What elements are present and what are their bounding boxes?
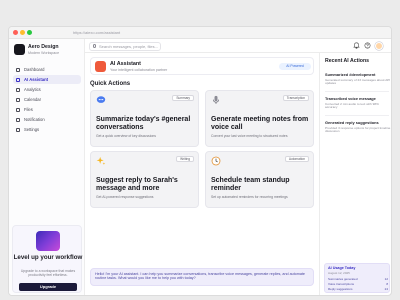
- sparkle-icon: [96, 156, 106, 165]
- close-window-dot[interactable]: [13, 30, 18, 35]
- search-icon: [92, 44, 96, 48]
- card-tag: Summary: [172, 95, 194, 101]
- search-input[interactable]: Search messages, people, files...: [89, 41, 161, 51]
- maximize-window-dot[interactable]: [27, 30, 32, 35]
- promo-text: Upgrade to a workspace that makes produc…: [20, 269, 76, 278]
- search-placeholder: Search messages, people, files...: [99, 43, 158, 49]
- divider: [325, 91, 389, 92]
- divider: [325, 115, 389, 116]
- sidebar-item-calendar[interactable]: Calendar: [13, 95, 81, 104]
- card-title: Summarize today's #general conversations: [96, 116, 191, 131]
- grid-icon: [16, 67, 20, 72]
- ai-powered-badge: AI Powered: [279, 63, 311, 70]
- usage-title: AI Usage Today: [328, 266, 356, 270]
- usage-row: Summaries generated 12: [328, 277, 388, 281]
- quick-action-card-writing[interactable]: Writing Suggest reply to Sarah's message…: [90, 151, 199, 208]
- promo-illustration: [36, 231, 60, 251]
- recent-actions-title: Recent AI Actions: [325, 58, 370, 64]
- assistant-logo-icon: [95, 61, 106, 72]
- quick-actions-title: Quick Actions: [90, 81, 131, 87]
- usage-date: August 12, 2025: [328, 271, 350, 275]
- sidebar: Aero Design Modern Workspace Dashboard A…: [9, 39, 85, 295]
- assistant-header: AI Assistant Your intelligent collaborat…: [90, 57, 314, 75]
- sidebar-item-settings[interactable]: Settings: [13, 125, 81, 134]
- chart-icon: [16, 87, 20, 92]
- quick-action-card-transcription[interactable]: Transcription Generate meeting notes fro…: [205, 90, 314, 147]
- clock-icon: [211, 156, 221, 166]
- bell-icon[interactable]: [353, 42, 360, 49]
- calendar-icon: [16, 97, 20, 102]
- sidebar-item-ai-assistant[interactable]: AI Assistant: [13, 75, 81, 84]
- help-icon[interactable]: [364, 42, 371, 49]
- browser-chrome: https://aiexo.com/assistant: [9, 27, 391, 39]
- usage-row: Reply suggestions 24: [328, 287, 388, 291]
- workspace-name[interactable]: Aero Design: [28, 44, 59, 50]
- upgrade-promo: Level up your workflow Upgrade to a work…: [12, 225, 82, 293]
- chat-bubble-icon: [96, 96, 106, 103]
- quick-action-card-summary[interactable]: Summary Summarize today's #general conve…: [90, 90, 199, 147]
- card-title: Suggest reply to Sarah's message and mor…: [96, 177, 178, 192]
- assistant-title: AI Assistant: [110, 61, 141, 67]
- recent-action-item[interactable]: Summarized #development Generated summar…: [325, 72, 391, 86]
- recent-actions-panel: Recent AI Actions Summarized #developmen…: [319, 53, 391, 295]
- card-description: Convert your last voice meeting to struc…: [211, 134, 288, 138]
- card-title: Generate meeting notes from voice call: [211, 116, 309, 131]
- assistant-chat-message: Hello! I'm your AI assistant. I can help…: [90, 268, 314, 286]
- card-description: Get a quick overview of key discussions: [96, 134, 156, 138]
- gear-icon: [16, 127, 20, 132]
- card-tag: Automation: [284, 156, 309, 162]
- top-bar: Search messages, people, files...: [85, 39, 391, 53]
- sidebar-item-analytics[interactable]: Analytics: [13, 85, 81, 94]
- upgrade-button[interactable]: Upgrade: [19, 283, 77, 291]
- bell-icon: [16, 117, 20, 122]
- card-description: Set up automated reminders for recurring…: [211, 195, 288, 199]
- card-tag: Transcription: [282, 95, 309, 101]
- folder-icon: [16, 107, 20, 112]
- sidebar-item-dashboard[interactable]: Dashboard: [13, 65, 81, 74]
- workspace-logo: [14, 44, 25, 55]
- microphone-icon: [213, 95, 219, 104]
- card-tag: Writing: [176, 156, 194, 162]
- assistant-subtitle: Your intelligent collaboration partner: [110, 68, 168, 72]
- sidebar-item-files[interactable]: Files: [13, 105, 81, 114]
- sidebar-item-notification[interactable]: Notification: [13, 115, 81, 124]
- address-bar[interactable]: https://aiexo.com/assistant: [73, 29, 120, 37]
- card-title: Schedule team standup reminder: [211, 177, 290, 192]
- usage-row: Voice transcriptions 8: [328, 282, 388, 286]
- card-description: Get AI-powered response suggestions: [96, 195, 154, 199]
- minimize-window-dot[interactable]: [20, 30, 25, 35]
- ai-usage-card: AI Usage Today August 12, 2025 Summaries…: [324, 263, 390, 293]
- promo-title: Level up your workflow: [13, 254, 83, 261]
- recent-action-item[interactable]: Transcribed voice message Converted 2 mi…: [325, 96, 391, 110]
- sparkle-icon: [16, 77, 20, 82]
- main-content: AI Assistant Your intelligent collaborat…: [85, 53, 319, 295]
- app-window: https://aiexo.com/assistant Aero Design …: [8, 26, 392, 296]
- quick-action-card-automation[interactable]: Automation Schedule team standup reminde…: [205, 151, 314, 208]
- workspace-subtitle: Modern Workspace: [28, 50, 60, 55]
- avatar[interactable]: [375, 42, 383, 50]
- recent-action-item[interactable]: Generated reply suggestions Provided 3 r…: [325, 120, 391, 134]
